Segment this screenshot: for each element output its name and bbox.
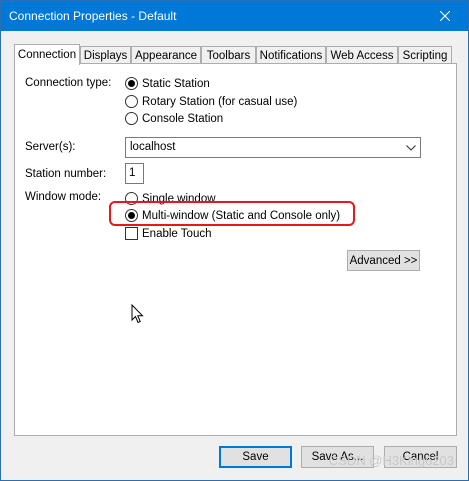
advanced-button[interactable]: Advanced >>	[347, 250, 420, 271]
tab-displays[interactable]: Displays	[80, 46, 131, 64]
tab-appearance[interactable]: Appearance	[131, 46, 201, 64]
window-title: Connection Properties - Default	[9, 9, 177, 23]
radio-static-station[interactable]: Static Station	[125, 77, 210, 90]
tab-scripting[interactable]: Scripting	[398, 46, 452, 64]
watermark: CSDN @H3King6203	[328, 453, 454, 468]
tab-strip: Connection Displays Appearance Toolbars …	[14, 44, 452, 65]
radio-button[interactable]	[125, 112, 138, 125]
servers-label: Server(s):	[25, 141, 76, 153]
tab-toolbars[interactable]: Toolbars	[201, 46, 256, 64]
servers-combobox[interactable]: localhost	[125, 137, 421, 158]
station-number-label: Station number:	[25, 168, 107, 180]
tab-web-access[interactable]: Web Access	[326, 46, 398, 64]
tab-notifications[interactable]: Notifications	[256, 46, 326, 64]
close-button[interactable]	[422, 1, 468, 31]
annotation-highlight-box	[109, 201, 355, 226]
radio-button[interactable]	[125, 95, 138, 108]
connection-panel: Connection type: Static Station Rotary S…	[14, 63, 457, 436]
mouse-cursor-icon	[131, 304, 144, 324]
tab-connection[interactable]: Connection	[14, 44, 80, 65]
radio-rotary-station[interactable]: Rotary Station (for casual use)	[125, 95, 297, 108]
radio-console-station[interactable]: Console Station	[125, 112, 223, 125]
station-number-input[interactable]: 1	[125, 163, 144, 184]
checkbox[interactable]	[125, 227, 138, 240]
window-mode-label: Window mode:	[25, 191, 102, 203]
connection-type-label: Connection type:	[25, 77, 112, 89]
radio-button[interactable]	[125, 77, 138, 90]
servers-value: localhost	[130, 141, 176, 153]
title-bar[interactable]: Connection Properties - Default	[1, 1, 468, 31]
chevron-down-icon[interactable]	[403, 140, 418, 155]
close-icon	[440, 11, 450, 21]
dialog-window: Connection Properties - Default Connecti…	[0, 0, 469, 481]
enable-touch-checkbox[interactable]: Enable Touch	[125, 227, 211, 240]
save-button[interactable]: Save	[219, 446, 292, 468]
